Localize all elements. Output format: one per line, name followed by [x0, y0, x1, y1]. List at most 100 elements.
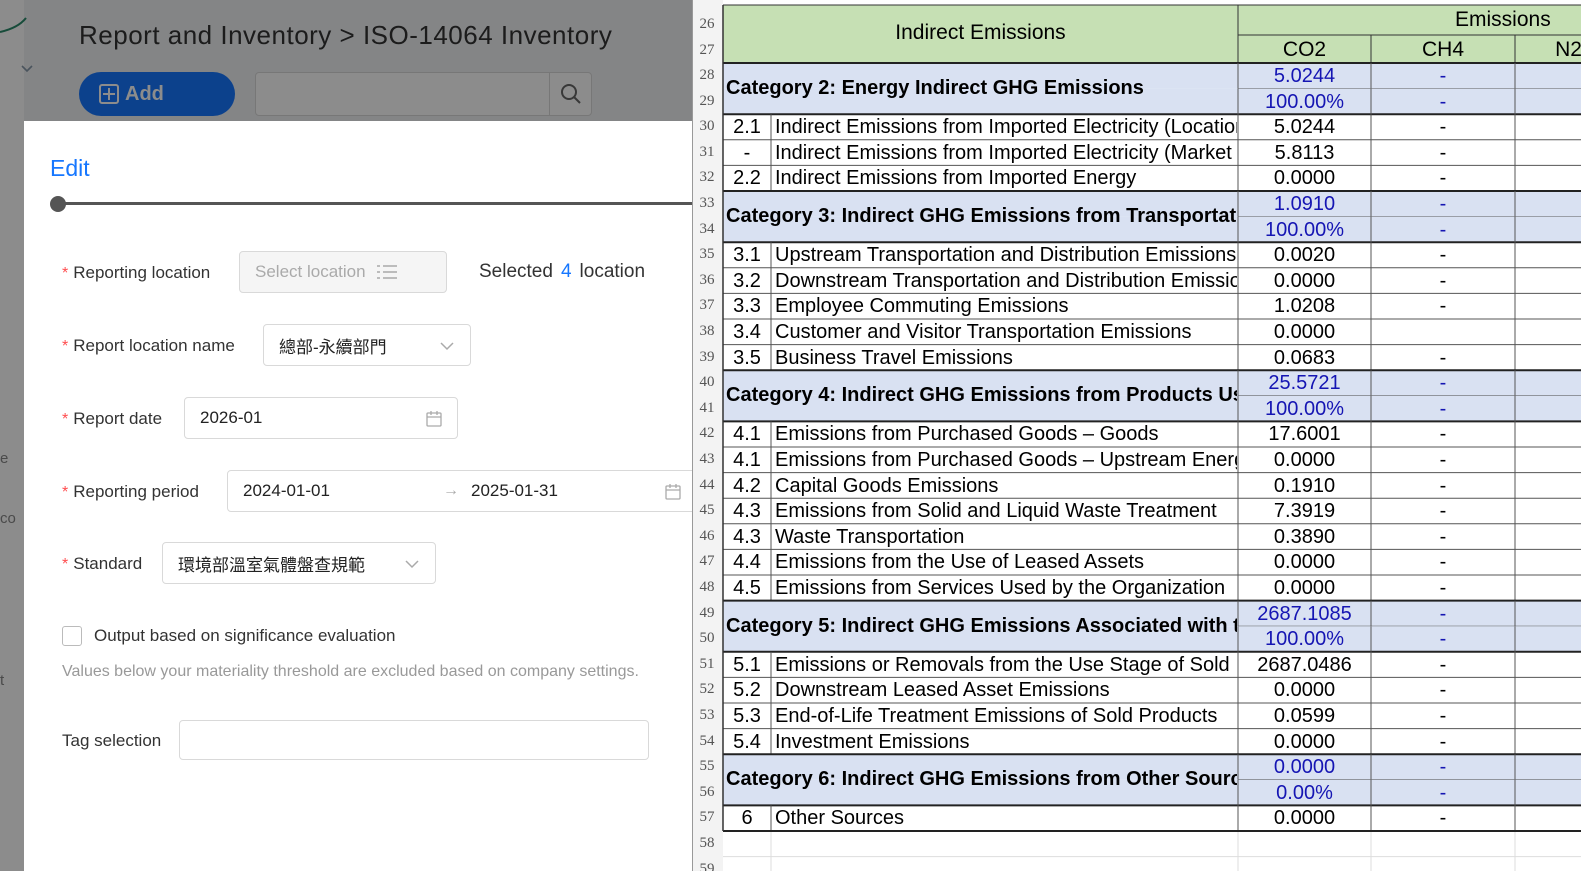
required-mark: * [62, 484, 69, 501]
row-number: 42 [699, 425, 715, 442]
standard-select[interactable]: 環境部溫室氣體盤查規範 [162, 542, 436, 584]
item-co2: 17.6001 [1268, 423, 1341, 446]
row-number: 59 [699, 860, 715, 871]
item-ch4: - [1439, 577, 1447, 599]
item-ch4: - [1439, 346, 1447, 369]
item-co2: 5.8113 [1274, 141, 1335, 164]
item-co2: 0.3890 [1273, 525, 1336, 548]
category-label: Category 3: Indirect GHG Emissions from … [726, 205, 1237, 227]
item-code: 3.2 [733, 269, 761, 292]
category-label: Category 2: Energy Indirect GHG Emission… [726, 77, 1144, 99]
reporting-period-label: * Reporting period [62, 482, 199, 501]
item-ch4: - [1439, 449, 1447, 471]
category-total-co2: 1.0910 [1273, 193, 1336, 215]
item-code: 2.2 [733, 167, 761, 190]
item-name: Emissions from Purchased Goods – Goods [775, 423, 1159, 446]
reporting-period-range-picker[interactable]: 2024-01-01 → 2025-01-31 [227, 470, 697, 512]
report-date-picker[interactable]: 2026-01 [184, 397, 458, 439]
column-header-co2: CO2 [1282, 38, 1327, 61]
chevron-down-icon [405, 560, 419, 569]
item-name: Emissions from Solid and Liquid Waste Tr… [775, 500, 1217, 523]
category-percent-ch4: - [1439, 90, 1447, 113]
significance-checkbox-label[interactable]: Output based on significance evaluation [94, 626, 395, 646]
indirect-emissions-header: Indirect Emissions [895, 21, 1066, 44]
significance-checkbox[interactable] [62, 626, 82, 646]
category-label: Category 5: Indirect GHG Emissions Assoc… [726, 614, 1237, 637]
category-label: Category 4: Indirect GHG Emissions from … [726, 384, 1237, 407]
item-code: 6 [741, 807, 753, 830]
row-number: 44 [699, 476, 715, 493]
arrow-right-icon: → [443, 482, 459, 499]
category-total-ch4: - [1439, 193, 1447, 215]
item-name: Emissions from the Use of Leased Assets [775, 551, 1145, 574]
item-code: 4.4 [733, 551, 761, 574]
item-name: Upstream Transportation and Distribution… [775, 244, 1237, 267]
item-co2: 0.0000 [1273, 577, 1336, 599]
required-mark: * [62, 265, 69, 282]
reporting-location-label: * Reporting location [62, 263, 211, 282]
significance-hint: Values below your materiality threshold … [62, 663, 639, 680]
item-ch4: - [1439, 500, 1447, 523]
report-location-name-select[interactable]: 總部-永續部門 [263, 324, 471, 366]
calendar-icon [665, 484, 681, 500]
category-total-co2: 0.0000 [1273, 756, 1336, 779]
report-date-value: 2026-01 [200, 408, 263, 427]
emissions-header: Emissions [1455, 8, 1551, 31]
item-code: 5.2 [733, 679, 761, 702]
row-number: 53 [699, 707, 715, 723]
category-total-ch4: - [1439, 756, 1447, 779]
report-date-label: * Report date [62, 409, 163, 428]
row-number: 57 [699, 809, 715, 826]
item-code: 3.5 [733, 346, 761, 369]
category-total-co2: 2687.1085 [1257, 602, 1352, 625]
item-name: Downstream Leased Asset Emissions [775, 679, 1110, 702]
item-code: 3.3 [733, 295, 761, 318]
item-co2: 0.0000 [1273, 321, 1336, 343]
row-number: 51 [699, 655, 715, 672]
item-ch4: - [1439, 525, 1447, 548]
item-code: 5.4 [733, 730, 761, 753]
category-percent-ch4: - [1439, 628, 1447, 651]
row-number: 56 [699, 783, 715, 800]
report-location-name-label: * Report location name [62, 336, 235, 355]
row-number: 29 [699, 92, 715, 109]
row-number: 55 [699, 758, 715, 775]
row-number: 52 [699, 681, 715, 698]
category-total-co2: 5.0244 [1273, 65, 1336, 87]
required-mark: * [62, 556, 69, 573]
select-location-label: Select location [255, 262, 366, 281]
row-number: 26 [699, 16, 715, 32]
select-location-button[interactable]: Select location [239, 251, 447, 293]
item-co2: 0.0599 [1273, 705, 1336, 727]
item-ch4: - [1439, 167, 1447, 190]
category-percent-ch4: - [1439, 218, 1447, 241]
item-code: 4.3 [733, 525, 761, 548]
period-end-value[interactable]: 2025-01-31 [471, 481, 558, 501]
period-start-value[interactable]: 2024-01-01 [243, 481, 330, 501]
item-name: Emissions from Purchased Goods – Upstrea… [775, 449, 1237, 471]
tag-selection-input[interactable] [179, 720, 649, 760]
item-ch4: - [1439, 679, 1447, 702]
category-total-co2: 25.5721 [1268, 372, 1341, 395]
column-header-n2: N2 [1555, 38, 1581, 61]
row-number: 32 [699, 169, 715, 186]
row-number: 45 [699, 502, 715, 519]
row-number: 40 [699, 374, 715, 391]
item-ch4: - [1439, 295, 1447, 318]
row-number: 58 [699, 835, 715, 851]
item-code: 3.1 [733, 244, 761, 267]
calendar-icon [426, 411, 442, 427]
item-code: 5.3 [733, 705, 761, 727]
category-total-ch4: - [1439, 65, 1447, 87]
item-co2: 0.0000 [1273, 807, 1336, 830]
item-name: Capital Goods Emissions [775, 474, 999, 497]
chevron-down-icon [440, 342, 454, 351]
item-code: 4.2 [733, 474, 761, 497]
row-number: 35 [699, 246, 715, 263]
item-ch4: - [1439, 474, 1447, 497]
standard-label: * Standard [62, 554, 143, 573]
required-mark: * [62, 411, 69, 428]
item-name: Business Travel Emissions [775, 346, 1013, 369]
row-number: 46 [699, 527, 715, 544]
tag-selection-label: Tag selection [62, 731, 162, 750]
